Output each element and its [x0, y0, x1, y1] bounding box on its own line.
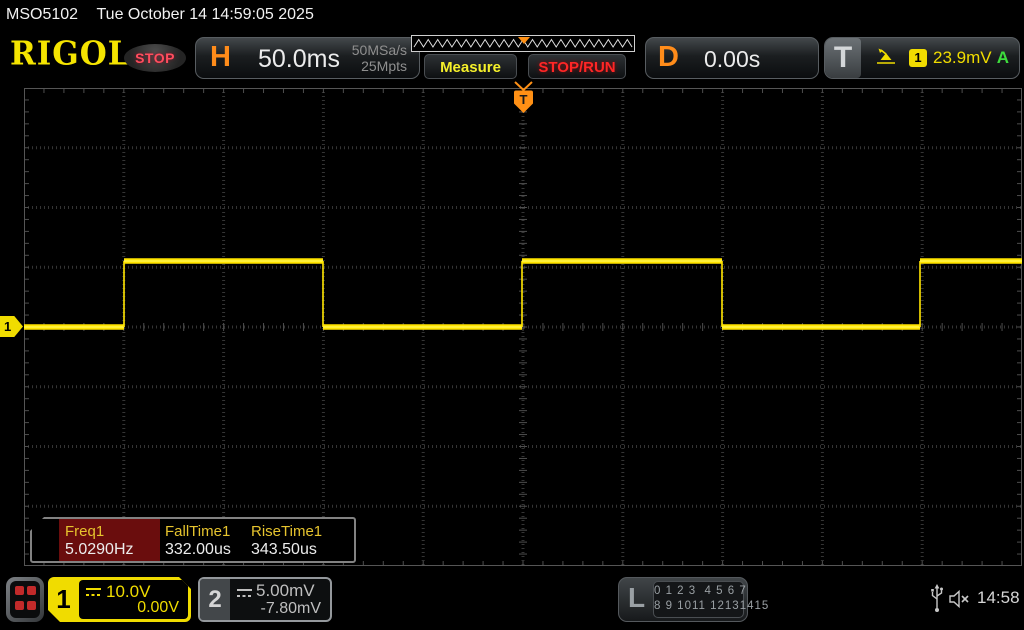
datetime-text: Tue October 14 14:59:05 2025 — [96, 6, 314, 23]
trigger-tab: T — [825, 38, 861, 78]
trigger-mode-indicator: A — [996, 48, 1009, 67]
channel1-ground-marker[interactable]: 1 — [0, 316, 23, 337]
trigger-block[interactable]: T 1 23.9mV A — [824, 37, 1020, 79]
channel1-offset: 0.00V — [137, 599, 179, 616]
model-name: MSO5102 — [6, 6, 79, 23]
clock: 14:58 — [977, 588, 1020, 607]
measurement-name: RiseTime1 — [251, 523, 323, 540]
measurement-name: FallTime1 — [165, 523, 231, 540]
delay-block[interactable]: D 0.00s — [645, 37, 819, 79]
acquisition-rates: 50MSa/s 25Mpts — [352, 42, 407, 74]
timebase-value: 50.0ms — [258, 45, 340, 73]
graticule-and-trace[interactable] — [24, 88, 1022, 566]
channel2-offset: -7.80mV — [260, 600, 321, 617]
trigger-source-badge: 1 — [909, 49, 927, 67]
svg-text:T: T — [520, 92, 528, 107]
logic-row-bottom: 8 9 1011 12131415 — [654, 600, 770, 612]
trigger-marker[interactable]: T — [513, 90, 534, 114]
run-state-badge: STOP — [124, 44, 186, 72]
menu-grid-icon — [10, 581, 40, 618]
channel2-number-badge: 2 — [200, 579, 230, 620]
sample-rate: 50MSa/s — [351, 42, 407, 58]
waveform-overview-bar[interactable] — [411, 35, 635, 52]
dc-coupling-icon — [85, 587, 102, 598]
trigger-level-value: 23.9mV — [933, 48, 992, 67]
channel2-block[interactable]: 2 5.00mV -7.80mV — [198, 577, 332, 622]
horizontal-timebase-block[interactable]: H 50.0ms 50MSa/s 25Mpts — [195, 37, 420, 79]
speaker-muted-icon — [949, 589, 969, 609]
measurement-value: 5.0290Hz — [65, 541, 134, 558]
memory-depth: 25Mpts — [361, 58, 407, 74]
measurement-panel[interactable]: Freq1 5.0290Hz FallTime1 332.00us RiseTi… — [30, 517, 356, 563]
measurement-value: 343.50us — [251, 541, 317, 558]
horizontal-label: H — [210, 41, 231, 73]
channel1-marker-number: 1 — [4, 319, 12, 334]
trigger-position-icon — [518, 37, 530, 44]
rigol-logo: RIGOL — [10, 35, 131, 73]
titlebar: MSO5102 Tue October 14 14:59:05 2025 — [0, 0, 1024, 30]
delay-value: 0.00s — [704, 46, 761, 72]
delay-label: D — [658, 41, 679, 73]
menu-grid-button[interactable] — [6, 577, 44, 622]
oscilloscope-screen: MSO5102 Tue October 14 14:59:05 2025 RIG… — [0, 0, 1024, 630]
channel1-number-badge: 1 — [56, 584, 71, 614]
stop-run-button[interactable]: STOP/RUN — [528, 54, 626, 79]
dc-coupling-icon — [237, 589, 252, 597]
measure-button[interactable]: Measure — [424, 54, 517, 79]
channel1-readout: 10.0V 0.00V — [79, 580, 188, 619]
rising-edge-icon — [877, 48, 895, 64]
trigger-label: T — [833, 41, 853, 74]
measurement-name: Freq1 — [65, 523, 105, 540]
channel2-scale: 5.00mV — [256, 581, 315, 600]
usb-icon — [931, 584, 943, 612]
logic-row-top: 0 1 2 3 4 5 6 7 — [654, 585, 747, 597]
channel1-block[interactable]: 10.0V 0.00V 1 — [48, 577, 191, 622]
measurement-value: 332.00us — [165, 541, 231, 558]
logic-channels-block[interactable]: L 0 1 2 3 4 5 6 7 8 9 1011 12131415 — [618, 577, 770, 622]
logic-label: L — [628, 582, 646, 613]
logic-channel-list: 0 1 2 3 4 5 6 7 8 9 1011 12131415 — [653, 581, 770, 618]
